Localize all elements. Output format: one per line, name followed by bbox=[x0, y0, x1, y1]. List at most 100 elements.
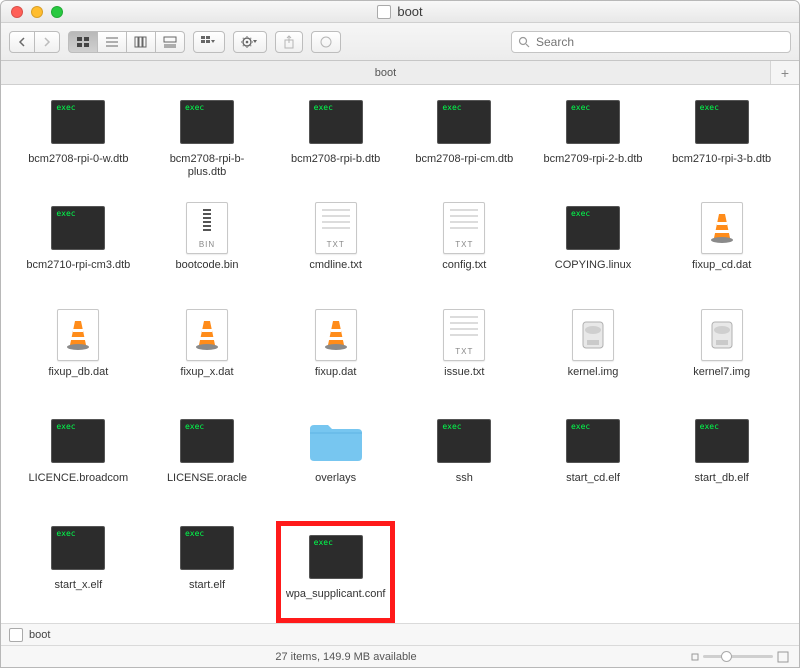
file-item[interactable]: bcm2710-rpi-3-b.dtb bbox=[662, 95, 781, 179]
exec-icon bbox=[566, 100, 620, 144]
file-label: fixup_x.dat bbox=[180, 366, 233, 392]
status-text: 27 items, 149.9 MB available bbox=[1, 651, 691, 663]
file-item[interactable]: kernel7.img bbox=[662, 308, 781, 392]
tab-boot[interactable]: boot bbox=[1, 61, 771, 84]
file-item[interactable]: bcm2708-rpi-b.dtb bbox=[276, 95, 395, 179]
file-label: issue.txt bbox=[444, 366, 484, 392]
list-view-button[interactable] bbox=[98, 31, 127, 53]
file-label: bcm2710-rpi-cm3.dtb bbox=[26, 259, 130, 285]
file-grid-area[interactable]: bcm2708-rpi-0-w.dtbbcm2708-rpi-b-plus.dt… bbox=[1, 85, 799, 623]
titlebar: boot bbox=[1, 1, 799, 23]
exec-icon bbox=[180, 100, 234, 144]
back-button[interactable] bbox=[9, 31, 35, 53]
file-item[interactable]: bcm2708-rpi-cm.dtb bbox=[405, 95, 524, 179]
file-label: start_x.elf bbox=[54, 579, 102, 605]
new-tab-button[interactable]: + bbox=[771, 61, 799, 84]
path-segment[interactable]: boot bbox=[29, 629, 50, 641]
file-icon-box bbox=[691, 201, 753, 255]
file-item[interactable]: start_x.elf bbox=[19, 521, 138, 623]
exec-icon bbox=[695, 419, 749, 463]
exec-icon bbox=[51, 419, 105, 463]
disk-image-icon bbox=[572, 309, 614, 361]
file-item[interactable]: ssh bbox=[405, 414, 524, 498]
file-label: bcm2710-rpi-3-b.dtb bbox=[672, 153, 771, 179]
path-bar: boot bbox=[1, 623, 799, 645]
vlc-icon bbox=[57, 309, 99, 361]
file-icon-box bbox=[562, 201, 624, 255]
file-item[interactable]: bcm2710-rpi-cm3.dtb bbox=[19, 201, 138, 285]
file-item[interactable]: issue.txt bbox=[405, 308, 524, 392]
file-icon-box bbox=[305, 201, 367, 255]
zoom-small-icon bbox=[691, 653, 699, 661]
file-icon-box bbox=[562, 95, 624, 149]
file-item[interactable]: fixup_db.dat bbox=[19, 308, 138, 392]
maximize-button[interactable] bbox=[51, 6, 63, 18]
vlc-icon bbox=[315, 309, 357, 361]
coverflow-view-button[interactable] bbox=[156, 31, 185, 53]
close-button[interactable] bbox=[11, 6, 23, 18]
file-item[interactable]: bcm2709-rpi-2-b.dtb bbox=[534, 95, 653, 179]
file-item[interactable]: kernel.img bbox=[534, 308, 653, 392]
file-item[interactable]: overlays bbox=[276, 414, 395, 498]
minimize-button[interactable] bbox=[31, 6, 43, 18]
column-view-button[interactable] bbox=[127, 31, 156, 53]
file-item[interactable]: LICENSE.oracle bbox=[148, 414, 267, 498]
file-item[interactable]: cmdline.txt bbox=[276, 201, 395, 285]
file-icon-box bbox=[562, 308, 624, 362]
file-label: cmdline.txt bbox=[309, 259, 362, 285]
exec-icon bbox=[51, 100, 105, 144]
file-item[interactable]: bootcode.bin bbox=[148, 201, 267, 285]
file-label: bcm2709-rpi-2-b.dtb bbox=[543, 153, 642, 179]
file-item[interactable]: fixup_cd.dat bbox=[662, 201, 781, 285]
file-item[interactable]: fixup.dat bbox=[276, 308, 395, 392]
txt-icon bbox=[443, 202, 485, 254]
window-title-text: boot bbox=[397, 4, 422, 19]
file-label: LICENSE.oracle bbox=[167, 472, 247, 498]
action-button[interactable] bbox=[233, 31, 267, 53]
file-item[interactable]: wpa_supplicant.conf bbox=[276, 521, 395, 623]
file-item[interactable]: start.elf bbox=[148, 521, 267, 623]
file-grid: bcm2708-rpi-0-w.dtbbcm2708-rpi-b-plus.dt… bbox=[19, 95, 781, 623]
file-label: fixup_db.dat bbox=[48, 366, 108, 392]
file-item[interactable]: fixup_x.dat bbox=[148, 308, 267, 392]
file-icon-box bbox=[433, 95, 495, 149]
window-controls bbox=[1, 6, 63, 18]
file-icon-box bbox=[433, 414, 495, 468]
file-icon-box bbox=[691, 95, 753, 149]
tab-bar: boot + bbox=[1, 61, 799, 85]
search-input[interactable] bbox=[536, 35, 784, 49]
file-icon-box bbox=[47, 308, 109, 362]
exec-icon bbox=[180, 419, 234, 463]
icon-size-slider[interactable] bbox=[691, 651, 799, 663]
file-item[interactable]: LICENCE.broadcom bbox=[19, 414, 138, 498]
file-label: overlays bbox=[315, 472, 356, 498]
file-label: ssh bbox=[456, 472, 473, 498]
file-item[interactable]: start_cd.elf bbox=[534, 414, 653, 498]
volume-icon bbox=[377, 5, 391, 19]
exec-icon bbox=[566, 419, 620, 463]
file-label: LICENCE.broadcom bbox=[29, 472, 129, 498]
arrange-button[interactable] bbox=[193, 31, 225, 53]
slider-track[interactable] bbox=[703, 655, 773, 658]
forward-button[interactable] bbox=[35, 31, 60, 53]
file-icon-box bbox=[47, 95, 109, 149]
file-item[interactable]: bcm2708-rpi-0-w.dtb bbox=[19, 95, 138, 179]
file-item[interactable]: config.txt bbox=[405, 201, 524, 285]
slider-thumb[interactable] bbox=[721, 651, 732, 662]
exec-icon bbox=[566, 206, 620, 250]
file-item[interactable]: bcm2708-rpi-b-plus.dtb bbox=[148, 95, 267, 179]
file-icon-box bbox=[305, 530, 367, 584]
file-icon-box bbox=[305, 308, 367, 362]
icon-view-button[interactable] bbox=[68, 31, 98, 53]
share-button[interactable] bbox=[275, 31, 303, 53]
file-item[interactable]: start_db.elf bbox=[662, 414, 781, 498]
tags-button[interactable] bbox=[311, 31, 341, 53]
search-field[interactable] bbox=[511, 31, 791, 53]
tags-group bbox=[311, 31, 341, 53]
file-icon-box bbox=[176, 308, 238, 362]
file-label: fixup.dat bbox=[315, 366, 357, 392]
nav-group bbox=[9, 31, 60, 53]
file-label: kernel7.img bbox=[693, 366, 750, 392]
vlc-icon bbox=[701, 202, 743, 254]
file-item[interactable]: COPYING.linux bbox=[534, 201, 653, 285]
